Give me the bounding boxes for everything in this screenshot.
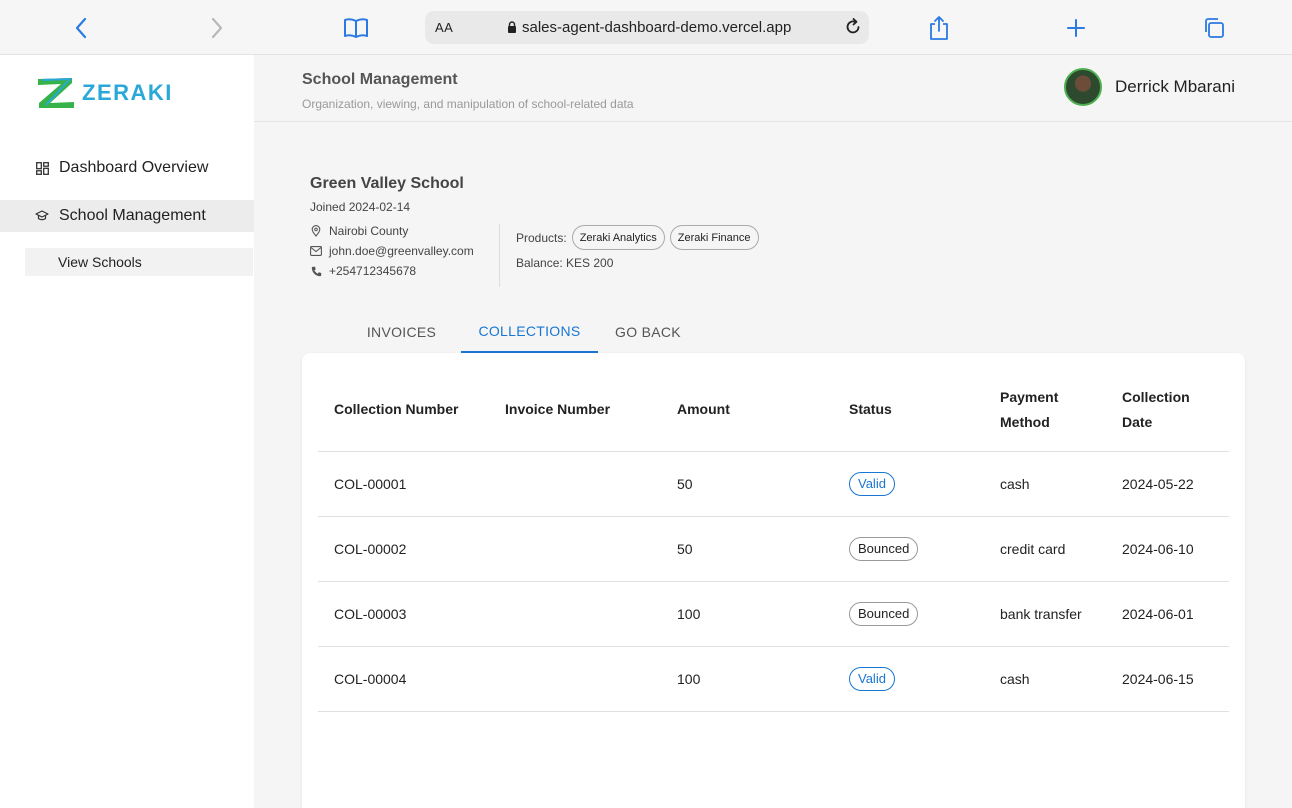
school-email: john.doe@greenvalley.com [310, 244, 474, 258]
column-header-status[interactable]: Status [833, 369, 984, 452]
status-badge: Valid [849, 471, 895, 496]
product-chip-finance: Zeraki Finance [669, 225, 759, 250]
tab-invoices[interactable]: INVOICES [342, 310, 461, 353]
cell-amount: 100 [661, 581, 833, 647]
table-row[interactable]: COL-00002 50 Bounced credit card 2024-06… [318, 516, 1229, 582]
forward-icon[interactable] [203, 14, 231, 42]
column-header-invoice-number[interactable]: Invoice Number [489, 369, 661, 452]
new-tab-icon[interactable] [1062, 14, 1090, 42]
sidebar-item-dashboard-overview[interactable]: Dashboard Overview [0, 152, 254, 184]
logo-text: ZERAKI [82, 80, 173, 105]
status-badge: Bounced [849, 536, 919, 561]
url-text: sales-agent-dashboard-demo.vercel.app [522, 19, 792, 36]
school-balance: Balance: KES 200 [516, 256, 614, 270]
table-row[interactable]: COL-00003 100 Bounced bank transfer 2024… [318, 581, 1229, 647]
reload-icon[interactable] [843, 17, 863, 42]
cell-collection-date: 2024-06-01 [1106, 581, 1229, 647]
page-title: School Management [302, 71, 458, 88]
column-header-collection-date-text: Collection Date [1122, 388, 1190, 430]
sidebar-subitem-view-schools[interactable]: View Schools [25, 248, 253, 276]
column-header-payment-method[interactable]: Payment Method [984, 369, 1106, 452]
user-menu[interactable]: Derrick Mbarani [1064, 68, 1235, 106]
graduation-cap-icon [35, 209, 49, 223]
cell-status: Valid [833, 646, 984, 712]
zeraki-z-icon [38, 77, 74, 108]
tab-go-back[interactable]: GO BACK [598, 310, 698, 353]
cell-invoice-number [489, 451, 661, 517]
column-header-payment-method-text: Payment Method [1000, 388, 1059, 430]
column-header-collection-number[interactable]: Collection Number [318, 369, 489, 452]
table-row[interactable]: COL-00004 100 Valid cash 2024-06-15 [318, 646, 1229, 712]
school-products: Products: Zeraki Analytics Zeraki Financ… [516, 225, 759, 250]
tab-collections[interactable]: COLLECTIONS [461, 310, 598, 353]
user-name: Derrick Mbarani [1115, 77, 1235, 96]
table-row[interactable]: COL-00001 50 Valid cash 2024-05-22 [318, 451, 1229, 517]
lock-icon [507, 21, 517, 39]
school-phone-text: +254712345678 [329, 264, 417, 278]
location-pin-icon [310, 225, 322, 237]
column-header-collection-date[interactable]: Collection Date [1106, 369, 1229, 452]
bookmarks-icon[interactable] [342, 14, 370, 42]
cell-payment-method: bank transfer [984, 581, 1106, 647]
sidebar-item-school-management[interactable]: School Management [0, 200, 254, 232]
collections-table: Collection Number Invoice Number Amount … [318, 369, 1229, 712]
school-name: Green Valley School [310, 175, 464, 192]
cell-collection-date: 2024-06-15 [1106, 646, 1229, 712]
sidebar-subitem-label: View Schools [58, 254, 142, 270]
table-header-row: Collection Number Invoice Number Amount … [318, 369, 1229, 452]
cell-collection-number: COL-00001 [318, 451, 489, 517]
school-email-text: john.doe@greenvalley.com [329, 244, 474, 258]
back-icon[interactable] [67, 14, 95, 42]
main-content: School Management Organization, viewing,… [254, 55, 1292, 808]
cell-collection-number: COL-00003 [318, 581, 489, 647]
status-badge: Valid [849, 666, 895, 691]
cell-payment-method: credit card [984, 516, 1106, 582]
address-bar[interactable]: AA sales-agent-dashboard-demo.vercel.app [425, 11, 869, 44]
cell-invoice-number [489, 581, 661, 647]
cell-collection-number: COL-00004 [318, 646, 489, 712]
sidebar: ZERAKI Dashboard Overview School Managem… [0, 55, 254, 808]
mail-icon [310, 245, 322, 257]
zeraki-logo[interactable]: ZERAKI [36, 75, 173, 111]
cell-collection-date: 2024-05-22 [1106, 451, 1229, 517]
cell-amount: 50 [661, 451, 833, 517]
products-label: Products: [516, 230, 567, 245]
page-header: School Management Organization, viewing,… [254, 55, 1292, 122]
cell-collection-number: COL-00002 [318, 516, 489, 582]
cell-invoice-number [489, 516, 661, 582]
cell-status: Bounced [833, 581, 984, 647]
collections-card: Collection Number Invoice Number Amount … [302, 353, 1245, 808]
dashboard-icon [35, 161, 49, 175]
status-badge: Bounced [849, 601, 919, 626]
cell-status: Bounced [833, 516, 984, 582]
avatar[interactable] [1064, 68, 1102, 106]
cell-payment-method: cash [984, 646, 1106, 712]
school-county: Nairobi County [310, 224, 408, 238]
school-joined-date: Joined 2024-02-14 [310, 200, 411, 214]
page-subtitle: Organization, viewing, and manipulation … [302, 97, 634, 111]
school-phone: +254712345678 [310, 264, 416, 278]
reader-mode-button[interactable]: AA [435, 20, 453, 35]
school-county-text: Nairobi County [329, 224, 409, 238]
cell-amount: 100 [661, 646, 833, 712]
browser-toolbar: AA sales-agent-dashboard-demo.vercel.app [0, 0, 1292, 55]
cell-invoice-number [489, 646, 661, 712]
phone-icon [310, 265, 322, 277]
column-header-amount[interactable]: Amount [661, 369, 833, 452]
school-tabs: INVOICES COLLECTIONS GO BACK [342, 310, 698, 353]
tabs-overview-icon[interactable] [1200, 14, 1228, 42]
product-chip-analytics: Zeraki Analytics [571, 225, 665, 250]
cell-payment-method: cash [984, 451, 1106, 517]
cell-status: Valid [833, 451, 984, 517]
info-divider [499, 224, 500, 287]
cell-amount: 50 [661, 516, 833, 582]
sidebar-item-label: Dashboard Overview [59, 159, 209, 176]
share-icon[interactable] [925, 14, 953, 42]
sidebar-item-label: School Management [59, 207, 206, 224]
cell-collection-date: 2024-06-10 [1106, 516, 1229, 582]
